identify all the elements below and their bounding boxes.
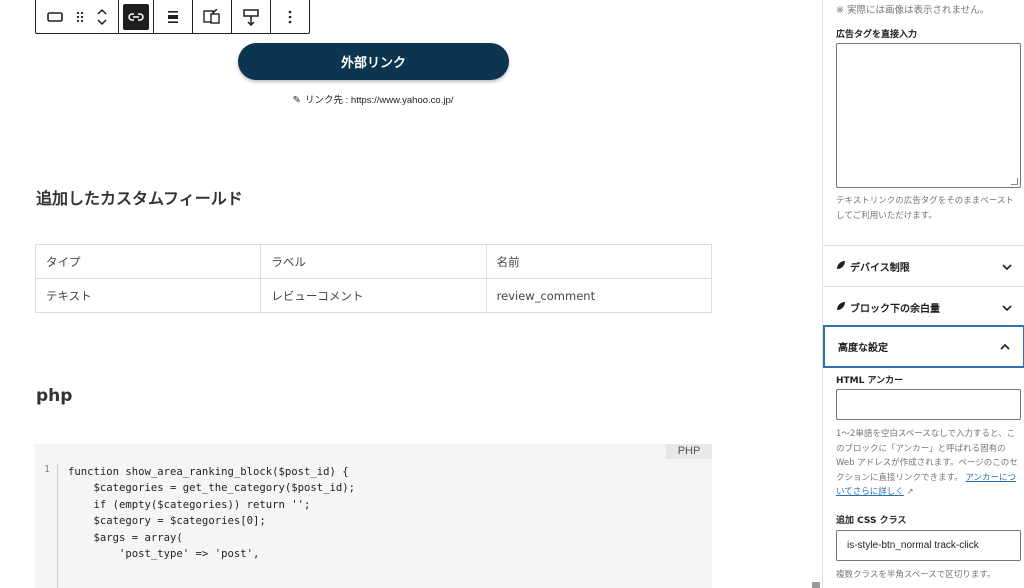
align-icon[interactable] <box>158 2 188 32</box>
toolbar-group-5 <box>232 0 271 33</box>
code-gutter: 1 <box>35 464 58 588</box>
table-row: タイプ ラベル 名前 <box>34 244 713 279</box>
link-url: https://www.yahoo.co.jp/ <box>350 95 454 106</box>
table-cell[interactable]: 名前 <box>485 244 713 279</box>
external-link-button[interactable]: 外部リンク <box>238 43 509 80</box>
editor-canvas: 外部リンク ✎ リンク先 : https://www.yahoo.co.jp/ 追… <box>0 0 822 588</box>
chevron-up-icon <box>1000 340 1010 353</box>
css-class-value: is-style-btn_normal track-click <box>847 540 979 551</box>
table-row: テキスト レビューコメント review_comment <box>34 278 713 313</box>
image-note: ※ 実際には画像は表示されません。 <box>836 5 990 16</box>
toolbar-group-4 <box>193 0 232 33</box>
toolbar-group-6 <box>271 0 309 33</box>
html-anchor-input[interactable] <box>836 389 1021 420</box>
line-number: 1 <box>43 464 50 475</box>
pencil-icon: ✎ <box>292 95 301 106</box>
table-cell[interactable]: ラベル <box>260 244 487 279</box>
table-cell[interactable]: review_comment <box>485 278 713 313</box>
css-class-help: 複数クラスを半角スペースで区切ります。 <box>836 570 996 580</box>
panel-device-restriction[interactable]: デバイス制限 <box>823 245 1024 286</box>
resize-grip-icon[interactable] <box>1011 178 1018 185</box>
code-line: $category = $categories[0]; <box>68 515 266 528</box>
block-type-icon[interactable] <box>40 2 70 32</box>
css-class-input[interactable]: is-style-btn_normal track-click <box>836 530 1021 561</box>
panel-advanced-settings[interactable]: 高度な設定 <box>823 325 1024 368</box>
html-anchor-help: 1〜2単語を空白スペースなしで入力すると、このブロックに「アンカー」と呼ばれる固… <box>836 427 1019 500</box>
scrollbar-thumb[interactable] <box>812 582 820 588</box>
toolbar-group-1 <box>36 0 119 33</box>
code-line: 'post_type' => 'post', <box>68 548 260 561</box>
code-line: function show_area_ranking_block($post_i… <box>68 466 349 478</box>
code-language-badge: PHP <box>666 444 712 459</box>
insert-before-icon[interactable] <box>236 2 266 32</box>
link-prefix: リンク先 : <box>305 95 351 106</box>
code-line: if (empty($categories)) return ''; <box>68 498 311 511</box>
toolbar-group-3 <box>154 0 193 33</box>
heading-custom-fields[interactable]: 追加したカスタムフィールド <box>36 185 243 209</box>
drag-handle-icon[interactable] <box>70 2 90 32</box>
more-options-icon[interactable] <box>275 2 305 32</box>
css-class-label: 追加 CSS クラス <box>836 516 907 526</box>
code-line: $args = array( <box>68 531 183 544</box>
code-lines[interactable]: function show_area_ranking_block($post_i… <box>68 464 355 562</box>
toolbar-group-2 <box>119 0 154 33</box>
ad-tag-help: テキストリンクの広告タグをそのままペーストしてご利用いただけます。 <box>836 196 1014 221</box>
heading-php[interactable]: php <box>36 386 72 406</box>
panel-block-margin[interactable]: ブロック下の余白量 <box>823 286 1024 327</box>
table-cell[interactable]: テキスト <box>34 278 262 313</box>
table-cell[interactable]: タイプ <box>34 244 262 279</box>
ad-tag-label: 広告タグを直接入力 <box>836 30 918 40</box>
table-cell[interactable]: レビューコメント <box>260 278 487 313</box>
link-icon[interactable] <box>123 3 149 30</box>
panel-title: デバイス制限 <box>850 262 910 274</box>
code-block[interactable]: PHP 1 function show_area_ranking_block($… <box>35 444 712 588</box>
leaf-icon <box>836 260 846 273</box>
ad-tag-textarea[interactable] <box>836 43 1021 188</box>
panel-title: 高度な設定 <box>838 343 888 354</box>
external-link-icon: ↗ <box>903 487 914 497</box>
panel-title: ブロック下の余白量 <box>850 303 940 315</box>
link-destination: ✎ リンク先 : https://www.yahoo.co.jp/ <box>0 92 746 106</box>
code-line: $categories = get_the_category($post_id)… <box>68 482 356 495</box>
block-toolbar <box>35 0 310 34</box>
custom-fields-table: タイプ ラベル 名前 テキスト レビューコメント review_comment <box>34 244 713 313</box>
chevron-down-icon <box>1002 260 1012 273</box>
settings-sidebar: ※ 実際には画像は表示されません。 広告タグを直接入力 テキストリンクの広告タグ… <box>822 0 1024 588</box>
button-label[interactable]: 外部リンク <box>341 52 406 71</box>
chevron-down-icon <box>1002 301 1012 314</box>
html-anchor-label: HTML アンカー <box>836 376 904 386</box>
leaf-icon <box>836 301 846 314</box>
swap-image-icon[interactable] <box>197 2 227 32</box>
move-up-down-icon[interactable] <box>90 2 114 32</box>
